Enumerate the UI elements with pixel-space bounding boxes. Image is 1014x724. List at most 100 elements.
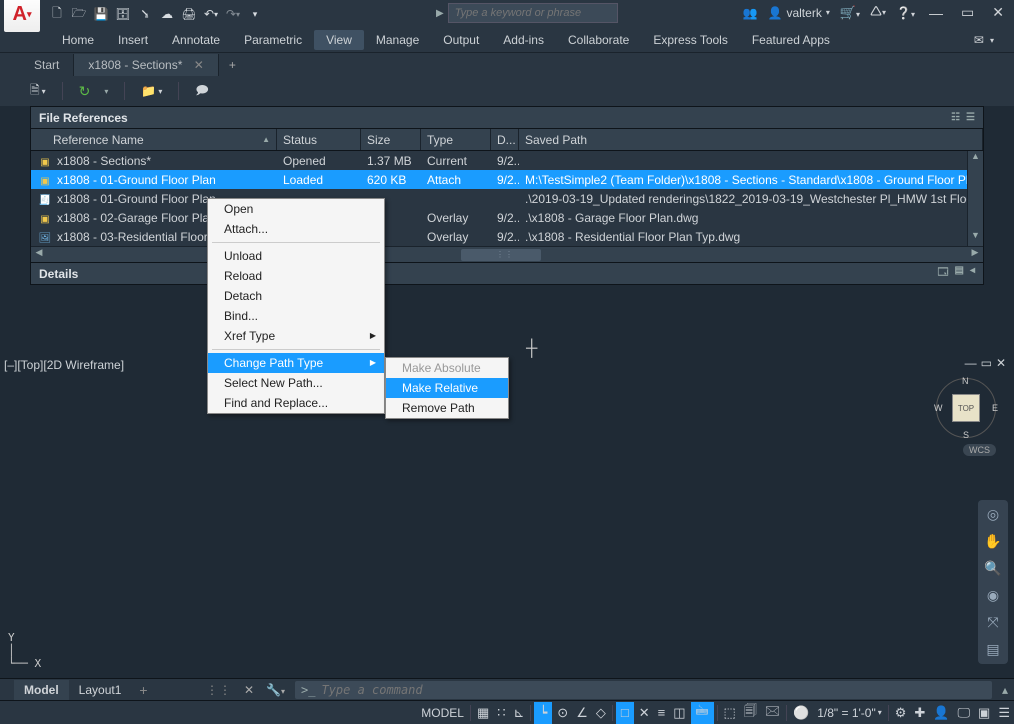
vp-minimize[interactable]: — [965,356,977,370]
sb-polar-icon[interactable]: ∠ [572,705,592,721]
search-input[interactable] [448,3,618,23]
layout-tab-model[interactable]: Model [14,680,69,700]
qat-new-icon[interactable]: 🗋 [47,4,67,24]
wcs-label[interactable]: WCS [963,444,996,456]
th-status[interactable]: Status [277,129,361,150]
sb-iso-icon[interactable]: ◇ [592,705,610,721]
menu-item[interactable]: Make Relative [386,378,508,398]
menu-item[interactable]: Open [208,199,384,219]
th-path[interactable]: Saved Path [519,129,983,150]
ribbon-tab-output[interactable]: Output [431,30,491,50]
sb-ann-icon[interactable]: 🖂 [761,702,784,724]
menu-item[interactable]: Unload [208,246,384,266]
details-preview-icon[interactable]: 🗔 [938,265,949,282]
menu-item[interactable]: Attach... [208,219,384,239]
sb-model[interactable]: MODEL [417,706,468,720]
scroll-down-icon[interactable]: ▼ [968,230,983,246]
qat-export-icon[interactable]: ⭸ [135,4,155,24]
vertical-scrollbar[interactable]: ▲ ▼ [967,151,983,246]
horizontal-scrollbar[interactable]: ◀ ⋮⋮ ▶ [31,246,983,262]
qat-undo-icon[interactable]: ↶▾ [201,4,221,24]
menu-item[interactable]: Xref Type [208,326,384,346]
window-close[interactable]: ✕ [988,4,1008,21]
table-row[interactable]: 🧾x1808 - 01-Ground Floor Plan.\2019-03-1… [31,189,983,208]
app-store-icon[interactable]: 🛆▾ [870,2,886,23]
refresh-button[interactable]: ↻ [79,83,91,100]
cart-icon[interactable]: 🛒▾ [840,5,860,21]
window-minimize[interactable]: — [925,5,947,21]
table-row[interactable]: ▣x1808 - 01-Ground Floor PlanLoaded620 K… [31,170,983,189]
ribbon-tab-addins[interactable]: Add-ins [491,30,556,50]
ribbon-tab-home[interactable]: Home [50,30,106,50]
sb-monitor-icon[interactable]: 🖵 [954,705,975,721]
ribbon-tab-parametric[interactable]: Parametric [232,30,314,50]
qat-more-icon[interactable]: ▾ [245,4,265,24]
menu-item[interactable]: Change Path Type [208,353,384,373]
sb-dyninput-icon[interactable]: ┕ [534,702,552,724]
ribbon-tab-manage[interactable]: Manage [364,30,431,50]
change-path-button[interactable]: 📁▾ [141,84,162,98]
th-type[interactable]: Type [421,129,491,150]
navbar-icon[interactable]: ▤ [986,641,999,658]
search-play-icon[interactable]: ▶ [436,8,444,19]
help-button[interactable]: 🗩 [195,81,208,102]
sb-cycle-icon[interactable]: 🖮 [691,702,714,724]
table-row[interactable]: ▣x1808 - Sections*Opened1.37 MBCurrent9/… [31,151,983,170]
menu-item[interactable]: Select New Path... [208,373,384,393]
tree-view-icon[interactable]: ☰ [966,112,975,123]
help-icon[interactable]: ❔▾ [896,6,915,20]
filetab-sections[interactable]: x1808 - Sections* ✕ [74,54,218,76]
sb-scale[interactable]: 1/8" = 1'-0"▾ [813,706,886,720]
qat-open-icon[interactable]: 🗁 [69,4,89,24]
sb-osnap-icon[interactable]: □ [616,702,634,724]
sb-infer-icon[interactable]: ⊾ [510,705,529,721]
ribbon-tab-express[interactable]: Express Tools [641,30,739,50]
user-area[interactable]: 👤 valterk ▾ [768,6,830,20]
command-input[interactable] [321,683,991,697]
sb-ortho-icon[interactable]: ⊙ [553,705,572,721]
app-logo[interactable]: A▾ [4,0,40,32]
navbar-icon[interactable]: 🔍 [984,560,1001,577]
qat-cloud-icon[interactable]: ☁ [157,4,177,24]
layout-tab-layout1[interactable]: Layout1 [69,680,132,700]
list-view-icon[interactable]: ☷ [951,112,960,123]
details-collapse-icon[interactable]: ◂ [970,265,975,282]
navbar-icon[interactable]: ⤧ [987,614,998,631]
qat-plot-icon[interactable]: 🖨 [179,4,199,24]
menu-item[interactable]: Detach [208,286,384,306]
table-row[interactable]: ▣x1808 - 02-Garage Floor PlanKBOverlay9/… [31,208,983,227]
navbar-icon[interactable]: ◉ [987,587,999,604]
scroll-right-icon[interactable]: ▶ [967,247,983,262]
viewport-label[interactable]: [–][Top][2D Wireframe] [4,358,124,372]
sb-gear-icon[interactable]: ⚙ [891,705,911,721]
details-list-icon[interactable]: ▤ [955,265,964,282]
menu-item[interactable]: Reload [208,266,384,286]
viewcube[interactable]: N S E W TOP [936,378,996,438]
sb-3dosnap-icon[interactable]: ✕ [635,705,654,721]
cmd-close-icon[interactable]: ✕ [238,683,260,697]
ribbon-tab-collaborate[interactable]: Collaborate [556,30,641,50]
cmd-handle-icon[interactable]: ⋮⋮ [200,683,238,697]
navbar-icon[interactable]: ✋ [984,533,1001,550]
cmd-recent-icon[interactable]: ▴ [996,683,1014,697]
navbar-icon[interactable]: ◎ [987,506,999,523]
qat-saveas-icon[interactable]: 🗄 [113,4,133,24]
vp-close[interactable]: ✕ [996,356,1006,370]
layout-tab-add[interactable]: + [131,679,155,701]
sb-people-icon[interactable]: 👤 [929,705,953,721]
sb-max-icon[interactable]: ▣ [974,705,994,721]
scroll-left-icon[interactable]: ◀ [31,247,47,262]
attach-dwg-button[interactable]: 🗎▾ [30,81,46,102]
viewcube-face[interactable]: TOP [952,394,980,422]
window-restore[interactable]: ▭ [957,4,978,21]
sb-qprop-icon[interactable]: 🗐 [740,702,761,724]
sb-plus-icon[interactable]: ✚ [910,705,929,721]
filetab-close-icon[interactable]: ✕ [194,58,204,72]
sb-trans-icon[interactable]: ◫ [669,705,689,721]
table-row[interactable]: 🖼x1808 - 03-Residential Floor PMBOverlay… [31,227,983,246]
menu-item[interactable]: Remove Path [386,398,508,418]
qat-redo-icon[interactable]: ↷▾ [223,4,243,24]
ribbon-tab-insert[interactable]: Insert [106,30,160,50]
qat-save-icon[interactable]: 💾 [91,4,111,24]
signin-icon[interactable]: 👥 [743,6,758,20]
